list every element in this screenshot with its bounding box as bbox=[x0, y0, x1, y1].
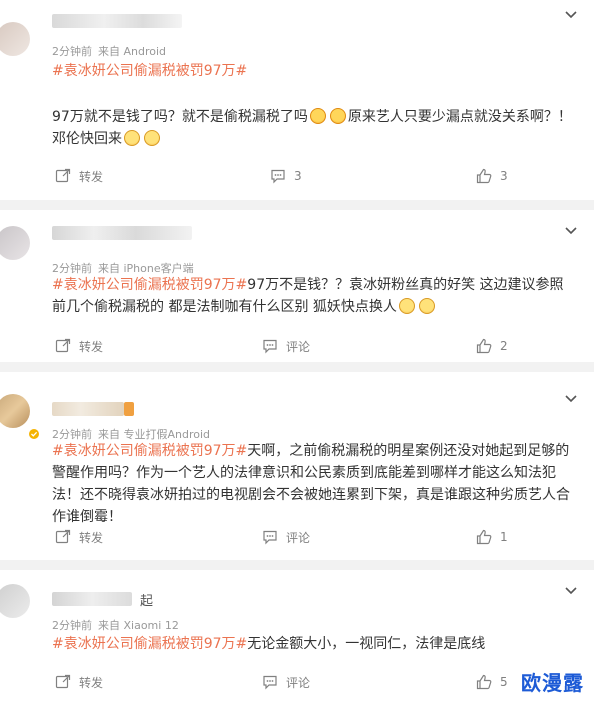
repost-button[interactable]: 转发 bbox=[55, 336, 103, 356]
post-divider bbox=[0, 560, 594, 570]
angry-emoji-icon bbox=[309, 108, 326, 124]
comment-icon bbox=[263, 530, 277, 545]
username-blurred[interactable] bbox=[52, 14, 182, 28]
hashtag-link[interactable]: #袁冰妍公司偷漏税被罚97万# bbox=[52, 636, 247, 652]
username-blurred[interactable] bbox=[52, 226, 192, 240]
post-card: 2分钟前 来自 Android #袁冰妍公司偷漏税被罚97万# 97万就不是钱了吗… bbox=[0, 0, 594, 205]
repost-icon bbox=[55, 168, 71, 183]
post-meta: 2分钟前 来自 Android bbox=[52, 43, 166, 59]
like-count: 2 bbox=[500, 339, 508, 353]
chevron-down-icon[interactable] bbox=[564, 392, 578, 406]
action-bar: 转发 评论 2 bbox=[0, 336, 594, 356]
username-blurred[interactable] bbox=[124, 402, 134, 416]
like-icon bbox=[476, 168, 492, 184]
repost-label: 转发 bbox=[79, 339, 104, 354]
post-text: #袁冰妍公司偷漏税被罚97万#天啊，之前偷税漏税的明星案例还没对她起到足够的警醒… bbox=[52, 440, 577, 528]
like-count: 5 bbox=[500, 675, 508, 689]
repost-button[interactable]: 转发 bbox=[55, 672, 103, 692]
post-source: 来自 Xiaomi 12 bbox=[98, 619, 179, 632]
post-time: 2分钟前 bbox=[52, 619, 92, 632]
post-time: 2分钟前 bbox=[52, 45, 92, 58]
avatar[interactable] bbox=[0, 584, 30, 618]
repost-icon bbox=[55, 674, 71, 689]
comment-label: 评论 bbox=[286, 675, 311, 690]
post-source: 来自 Android bbox=[98, 45, 167, 58]
repost-icon bbox=[55, 529, 71, 544]
like-icon bbox=[476, 529, 492, 545]
post-card: 2分钟前 来自 专业打假Android #袁冰妍公司偷漏税被罚97万#天啊，之前偷… bbox=[0, 372, 594, 560]
like-button[interactable]: 2 bbox=[476, 336, 508, 356]
post-divider bbox=[0, 362, 594, 372]
post-card: 起 2分钟前 来自 Xiaomi 12 #袁冰妍公司偷漏税被罚97万#无论金额大小… bbox=[0, 570, 594, 702]
like-count: 3 bbox=[500, 169, 508, 183]
cry-emoji-icon bbox=[418, 298, 435, 314]
comment-button[interactable]: 3 bbox=[270, 166, 302, 186]
post-meta: 2分钟前 来自 Xiaomi 12 bbox=[52, 617, 179, 633]
post-card: 2分钟前 来自 iPhone客户端 #袁冰妍公司偷漏税被罚97万#97万不是钱？？… bbox=[0, 210, 594, 360]
repost-label: 转发 bbox=[79, 169, 104, 184]
post-text: #袁冰妍公司偷漏税被罚97万#无论金额大小，一视同仁，法律是底线 bbox=[52, 633, 577, 655]
cry-emoji-icon bbox=[144, 130, 160, 146]
comment-button[interactable]: 评论 bbox=[262, 527, 310, 547]
comment-label: 评论 bbox=[286, 339, 311, 354]
username-fragment: 起 bbox=[140, 594, 154, 609]
post-divider bbox=[0, 200, 594, 210]
action-bar: 转发 评论 5 bbox=[0, 672, 594, 692]
watermark: 欧漫露 bbox=[521, 671, 584, 695]
comment-button[interactable]: 评论 bbox=[262, 336, 310, 356]
post-text-part: 无论金额大小，一视同仁，法律是底线 bbox=[247, 636, 486, 652]
username-blurred[interactable] bbox=[52, 402, 124, 416]
chevron-down-icon[interactable] bbox=[564, 224, 578, 238]
like-icon bbox=[476, 338, 492, 354]
like-count: 1 bbox=[500, 530, 508, 544]
repost-label: 转发 bbox=[79, 530, 104, 545]
like-button[interactable]: 3 bbox=[476, 166, 508, 186]
comment-icon bbox=[263, 675, 277, 690]
comment-label: 评论 bbox=[286, 530, 311, 545]
verified-badge-icon bbox=[28, 428, 40, 440]
repost-button[interactable]: 转发 bbox=[55, 527, 103, 547]
avatar[interactable] bbox=[0, 22, 30, 56]
repost-button[interactable]: 转发 bbox=[55, 166, 103, 186]
chevron-down-icon[interactable] bbox=[564, 584, 578, 598]
post-text-part: 97万就不是钱了吗？就不是偷税漏税了吗 bbox=[52, 109, 308, 125]
like-button[interactable]: 5 bbox=[476, 672, 508, 692]
comment-count: 3 bbox=[294, 169, 302, 183]
repost-label: 转发 bbox=[79, 675, 104, 690]
like-icon bbox=[476, 674, 492, 690]
repost-icon bbox=[55, 338, 71, 353]
avatar[interactable] bbox=[0, 226, 30, 260]
action-bar: 转发 3 3 bbox=[0, 166, 594, 186]
action-bar: 转发 评论 1 bbox=[0, 527, 594, 547]
avatar[interactable] bbox=[0, 394, 30, 428]
comment-icon bbox=[271, 169, 285, 184]
like-button[interactable]: 1 bbox=[476, 527, 508, 547]
angry-emoji-icon bbox=[329, 108, 346, 124]
comment-button[interactable]: 评论 bbox=[262, 672, 310, 692]
chevron-down-icon[interactable] bbox=[564, 8, 578, 22]
hashtag-link[interactable]: #袁冰妍公司偷漏税被罚97万# bbox=[52, 60, 247, 80]
cry-emoji-icon bbox=[398, 298, 415, 314]
hashtag-link[interactable]: #袁冰妍公司偷漏税被罚97万# bbox=[52, 443, 247, 459]
post-text: #袁冰妍公司偷漏税被罚97万#97万不是钱？？袁冰妍粉丝真的好笑 这边建议参照前… bbox=[52, 274, 577, 318]
hashtag-link[interactable]: #袁冰妍公司偷漏税被罚97万# bbox=[52, 277, 247, 293]
cry-emoji-icon bbox=[124, 130, 140, 146]
username-blurred[interactable] bbox=[52, 592, 132, 606]
post-text: 97万就不是钱了吗？就不是偷税漏税了吗 原来艺人只要少漏点就没关系啊？！邓伦快回来 bbox=[52, 106, 577, 150]
comment-icon bbox=[263, 339, 277, 354]
